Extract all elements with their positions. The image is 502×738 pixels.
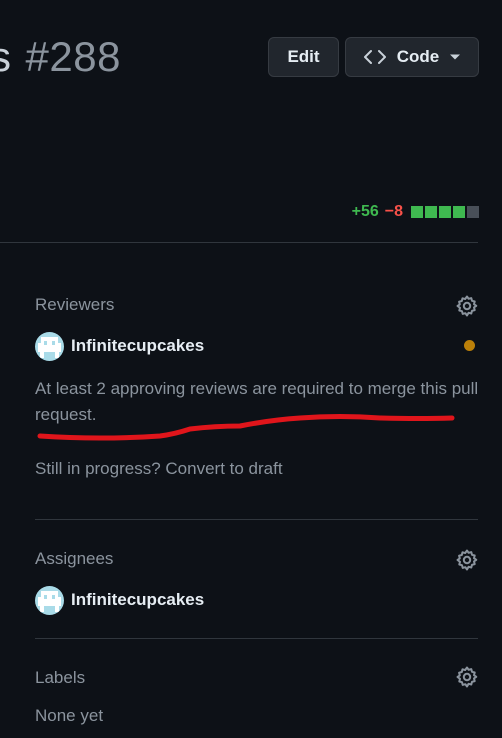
convert-to-draft-link[interactable]: Still in progress? Convert to draft [35,459,283,479]
assignee-name[interactable]: Infinitecupcakes [71,590,204,610]
assignee-item[interactable]: Infinitecupcakes [35,585,204,615]
labels-value: None yet [35,706,104,725]
avatar [35,585,64,615]
labels-gear-icon[interactable] [455,665,479,689]
divider [35,519,478,520]
divider [35,638,478,639]
labels-heading: Labels [35,668,86,687]
assignees-gear-icon[interactable] [455,548,479,572]
red-annotation-underline [37,414,455,441]
assignees-heading: Assignees [35,549,114,568]
